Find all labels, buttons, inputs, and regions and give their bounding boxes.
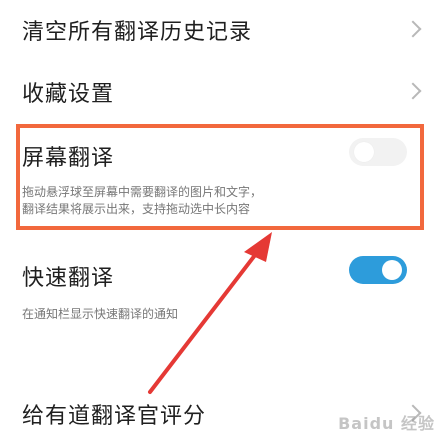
- watermark: Baidu 经验: [338, 414, 435, 433]
- annotation-arrow-icon: [148, 232, 272, 394]
